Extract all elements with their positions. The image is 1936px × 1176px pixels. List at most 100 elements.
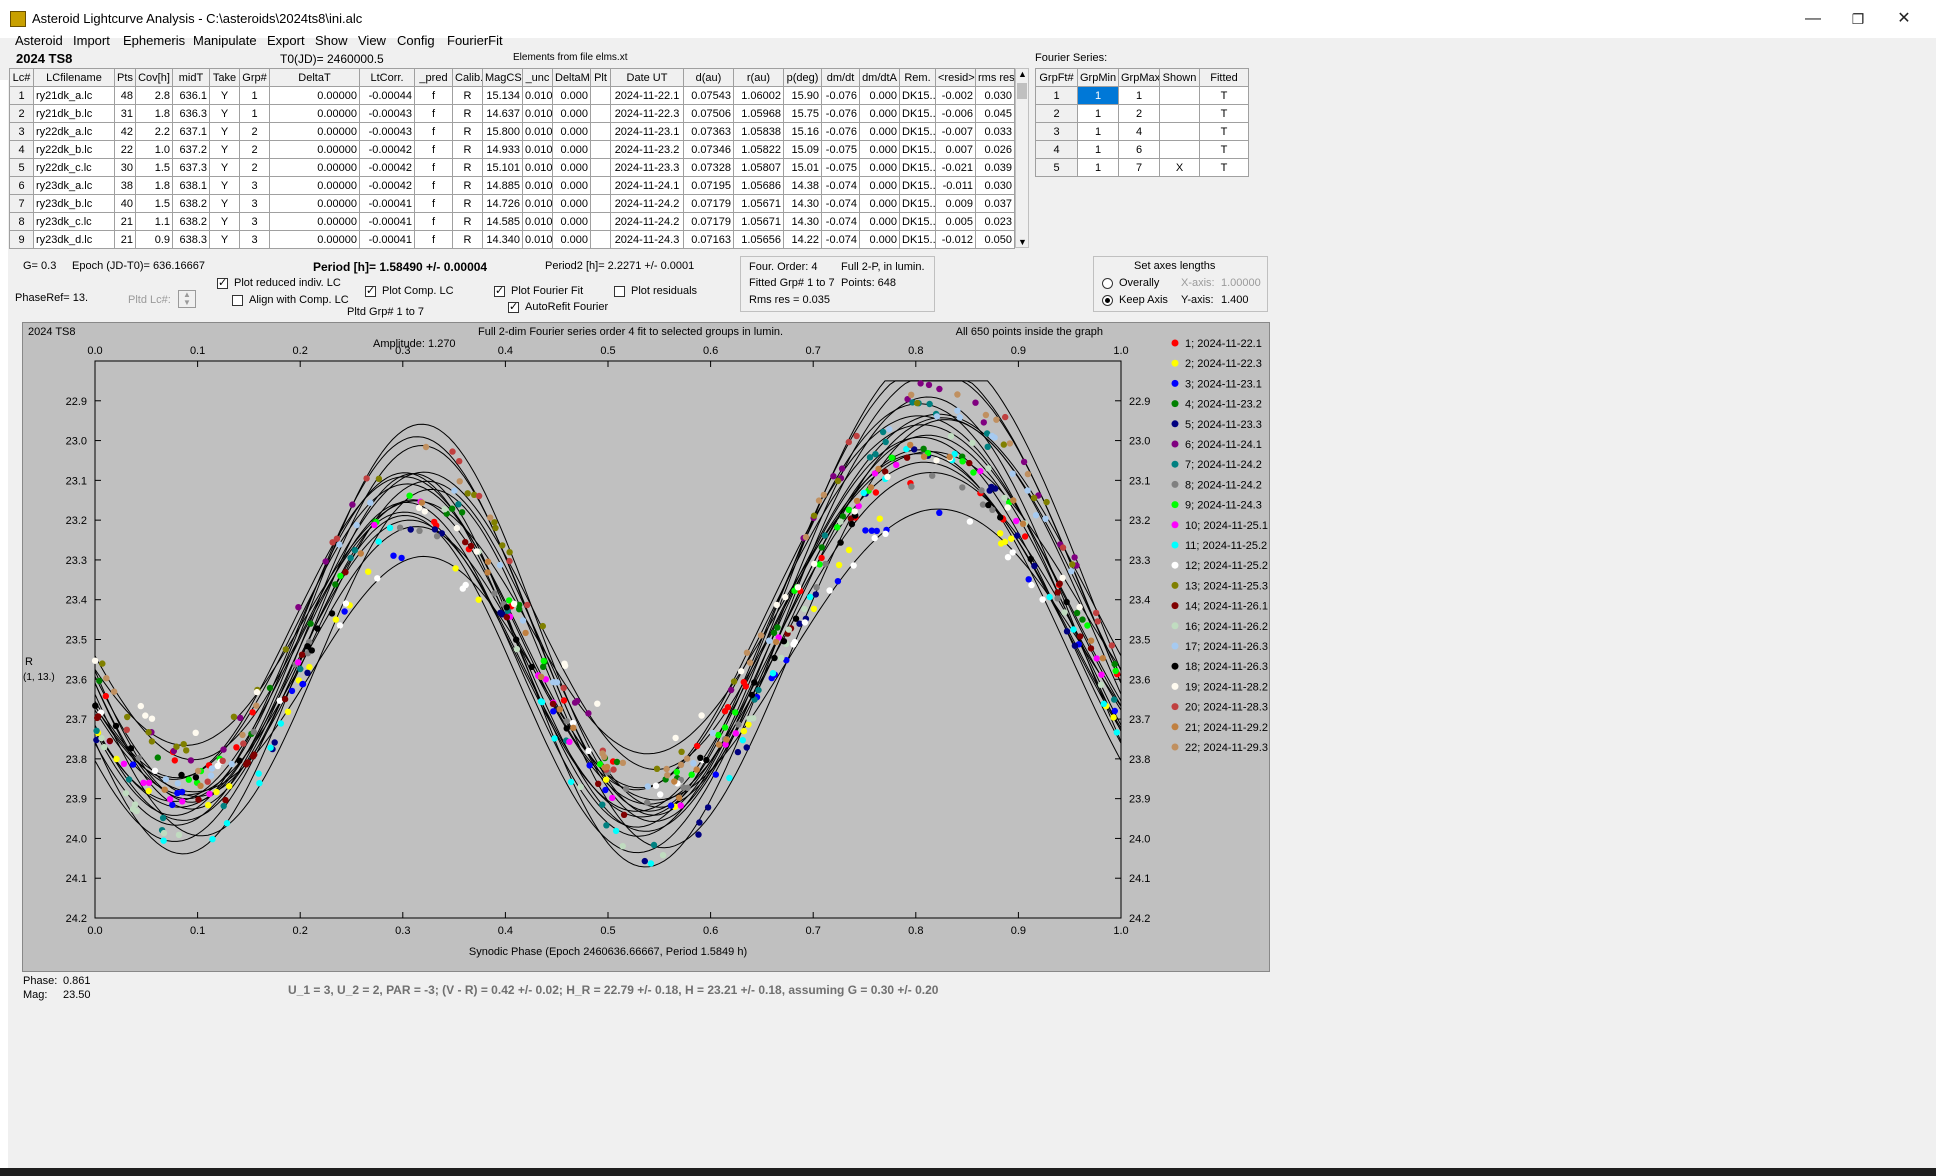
lc-cell[interactable]: 0.000 bbox=[552, 212, 591, 231]
lc-cell[interactable]: 0.00000 bbox=[269, 104, 360, 123]
lc-col-header[interactable]: Pts bbox=[114, 68, 136, 87]
lc-cell[interactable]: 0.07543 bbox=[683, 86, 734, 105]
plot-fourier-checkbox[interactable]: Plot Fourier Fit bbox=[494, 284, 583, 297]
lc-cell[interactable] bbox=[590, 194, 611, 213]
lc-cell[interactable]: 0.000 bbox=[552, 140, 591, 159]
lc-cell[interactable]: 14.585 bbox=[482, 212, 523, 231]
fourier-cell[interactable]: T bbox=[1199, 86, 1249, 105]
lc-cell[interactable]: DK15.. bbox=[899, 194, 936, 213]
lc-cell[interactable]: 15.101 bbox=[482, 158, 523, 177]
lc-cell[interactable]: 0.00000 bbox=[269, 230, 360, 249]
lc-cell[interactable]: 0.00000 bbox=[269, 176, 360, 195]
table-row[interactable]: 212 T bbox=[1035, 104, 1249, 123]
lc-col-header[interactable]: Calib. bbox=[452, 68, 483, 87]
lc-cell[interactable]: -0.076 bbox=[821, 104, 860, 123]
lc-col-header[interactable]: dm/dt bbox=[821, 68, 860, 87]
menu-fourierfit[interactable]: FourierFit bbox=[447, 33, 503, 48]
lc-cell[interactable]: -0.012 bbox=[935, 230, 976, 249]
lc-cell[interactable]: ry23dk_c.lc bbox=[33, 212, 115, 231]
fourier-cell[interactable] bbox=[1159, 104, 1200, 123]
lc-cell[interactable]: 0.045 bbox=[975, 104, 1015, 123]
lc-cell[interactable]: 638.2 bbox=[172, 212, 210, 231]
table-row[interactable]: 6 ry23dk_a.lc 38 1.8 638.1 Y 3 0.00000 -0.00042 f… bbox=[9, 176, 1015, 195]
lc-cell[interactable]: 0.000 bbox=[859, 176, 900, 195]
lc-cell[interactable]: R bbox=[452, 158, 483, 177]
lc-cell[interactable]: DK15.. bbox=[899, 104, 936, 123]
lc-cell[interactable]: 3 bbox=[239, 212, 270, 231]
lc-cell[interactable]: 0.033 bbox=[975, 122, 1015, 141]
lc-cell[interactable]: 2024-11-23.2 bbox=[610, 140, 684, 159]
lc-cell[interactable]: 2024-11-23.3 bbox=[610, 158, 684, 177]
lc-cell[interactable]: 1.5 bbox=[135, 194, 173, 213]
lc-col-header[interactable]: d(au) bbox=[683, 68, 734, 87]
lc-cell[interactable]: 0.010 bbox=[522, 158, 553, 177]
fourier-cell[interactable]: T bbox=[1199, 140, 1249, 159]
lc-cell[interactable]: R bbox=[452, 140, 483, 159]
keep-axis-radio[interactable]: Keep Axis bbox=[1102, 294, 1168, 306]
lc-cell[interactable]: -0.002 bbox=[935, 86, 976, 105]
fourier-cell[interactable]: 1 bbox=[1077, 140, 1119, 159]
lc-cell[interactable]: 0.010 bbox=[522, 230, 553, 249]
lc-cell[interactable]: 638.3 bbox=[172, 230, 210, 249]
lc-cell[interactable]: Y bbox=[209, 212, 240, 231]
lc-cell[interactable]: Y bbox=[209, 122, 240, 141]
lc-cell[interactable]: 0.009 bbox=[935, 194, 976, 213]
y-axis-value[interactable]: 1.400 bbox=[1221, 294, 1249, 306]
lc-cell[interactable]: 14.30 bbox=[783, 212, 822, 231]
fourier-cell[interactable]: T bbox=[1199, 104, 1249, 123]
fourier-cell[interactable]: 1 bbox=[1077, 158, 1119, 177]
fourier-cell[interactable]: 7 bbox=[1118, 158, 1160, 177]
lc-cell[interactable]: Y bbox=[209, 194, 240, 213]
lc-cell[interactable]: 0.030 bbox=[975, 176, 1015, 195]
menu-export[interactable]: Export bbox=[267, 33, 305, 48]
lc-cell[interactable]: 0.07346 bbox=[683, 140, 734, 159]
lc-cell[interactable]: ry22dk_a.lc bbox=[33, 122, 115, 141]
lc-cell[interactable]: 0.000 bbox=[859, 230, 900, 249]
table-row[interactable]: 2 ry21dk_b.lc 31 1.8 636.3 Y 1 0.00000 -0.00043 f… bbox=[9, 104, 1015, 123]
lc-cell[interactable]: f bbox=[414, 176, 453, 195]
fourier-cell[interactable] bbox=[1159, 122, 1200, 141]
lc-cell[interactable]: 14.340 bbox=[482, 230, 523, 249]
lc-cell[interactable]: 0.00000 bbox=[269, 122, 360, 141]
lc-cell[interactable]: 15.75 bbox=[783, 104, 822, 123]
lc-cell[interactable]: 637.2 bbox=[172, 140, 210, 159]
lc-cell[interactable]: 15.90 bbox=[783, 86, 822, 105]
lc-cell[interactable]: 40 bbox=[114, 194, 136, 213]
lc-cell[interactable]: DK15.. bbox=[899, 176, 936, 195]
lc-cell[interactable]: 48 bbox=[114, 86, 136, 105]
autorefit-checkbox[interactable]: AutoRefit Fourier bbox=[508, 300, 608, 313]
table-row[interactable]: 9 ry23dk_d.lc 21 0.9 638.3 Y 3 0.00000 -0.00041 f… bbox=[9, 230, 1015, 249]
fourier-cell[interactable]: 1 bbox=[1077, 104, 1119, 123]
lc-cell[interactable]: 0.023 bbox=[975, 212, 1015, 231]
lc-cell[interactable]: 2024-11-23.1 bbox=[610, 122, 684, 141]
lc-cell[interactable]: Y bbox=[209, 158, 240, 177]
lc-cell[interactable]: 1.05838 bbox=[733, 122, 784, 141]
fourier-cell[interactable]: 1 bbox=[1077, 122, 1119, 141]
lc-col-header[interactable]: LtCorr. bbox=[359, 68, 415, 87]
lc-cell[interactable]: 2 bbox=[239, 140, 270, 159]
table-row[interactable]: 314 T bbox=[1035, 122, 1249, 141]
lc-cell[interactable]: DK15.. bbox=[899, 212, 936, 231]
lc-cell[interactable]: -0.076 bbox=[821, 86, 860, 105]
table-row[interactable]: 4 ry22dk_b.lc 22 1.0 637.2 Y 2 0.00000 -0.00042 f… bbox=[9, 140, 1015, 159]
fourier-col-header[interactable]: Shown bbox=[1159, 68, 1200, 87]
lc-cell[interactable]: 15.134 bbox=[482, 86, 523, 105]
lc-cell[interactable]: 0.005 bbox=[935, 212, 976, 231]
lc-cell[interactable]: 31 bbox=[114, 104, 136, 123]
lc-col-header[interactable]: Rem. bbox=[899, 68, 936, 87]
lc-cell[interactable]: 0.007 bbox=[935, 140, 976, 159]
lc-cell[interactable]: f bbox=[414, 140, 453, 159]
lc-cell[interactable]: 38 bbox=[114, 176, 136, 195]
lc-cell[interactable]: 1 bbox=[239, 86, 270, 105]
lc-cell[interactable]: 0.000 bbox=[552, 194, 591, 213]
lc-cell[interactable]: -0.00043 bbox=[359, 122, 415, 141]
menu-view[interactable]: View bbox=[358, 33, 386, 48]
fourier-cell[interactable]: T bbox=[1199, 122, 1249, 141]
fourier-cell[interactable]: 1 bbox=[1035, 86, 1078, 105]
lc-cell[interactable]: -0.00041 bbox=[359, 212, 415, 231]
lc-cell[interactable]: f bbox=[414, 212, 453, 231]
lc-cell[interactable]: 14.637 bbox=[482, 104, 523, 123]
lc-cell[interactable]: 3 bbox=[239, 230, 270, 249]
lc-col-header[interactable]: _unc bbox=[522, 68, 553, 87]
lc-cell[interactable]: -0.075 bbox=[821, 140, 860, 159]
